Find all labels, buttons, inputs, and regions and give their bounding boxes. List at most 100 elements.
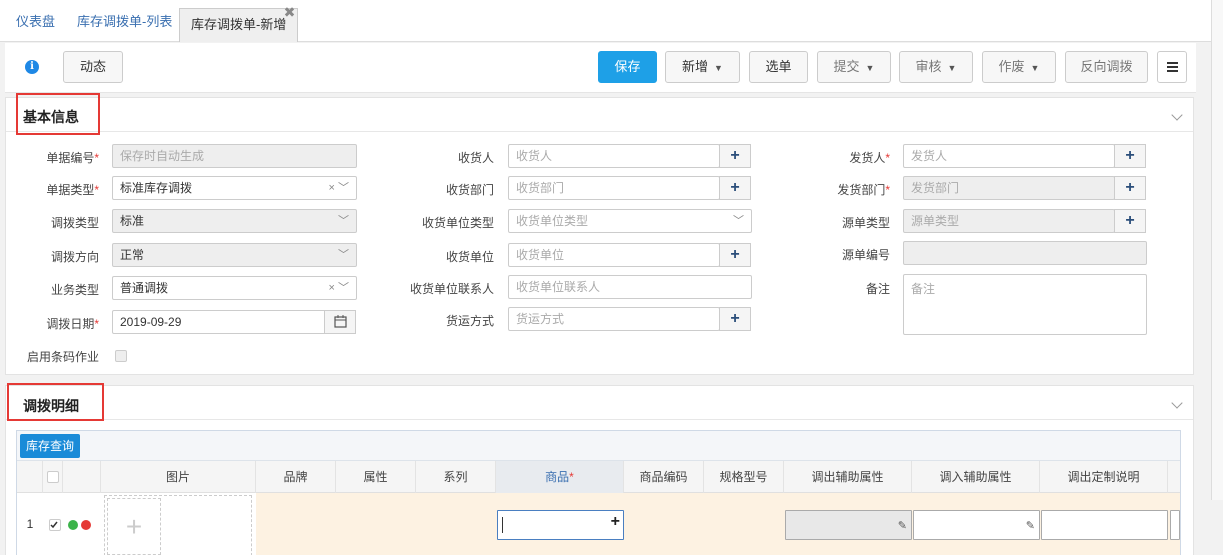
column-header-attribute[interactable]: 属性 xyxy=(336,461,416,493)
plus-icon: + xyxy=(1125,212,1135,229)
row-number-header xyxy=(17,461,43,493)
void-button-label: 作废 xyxy=(998,59,1025,74)
remove-row-icon[interactable] xyxy=(81,520,91,530)
add-receiver-button[interactable]: + xyxy=(719,144,751,168)
recv-unit-type-label: 收货单位类型 xyxy=(421,216,494,230)
tab-transfer-new[interactable]: 库存调拨单-新增 ✖ xyxy=(179,4,299,42)
tab-transfer-list[interactable]: 库存调拨单-列表 xyxy=(77,0,172,42)
column-header-spec[interactable]: 规格型号 xyxy=(704,461,784,493)
calendar-icon[interactable] xyxy=(324,310,356,334)
grid-toolbar: 库存查询 xyxy=(17,431,1180,461)
reverse-transfer-button[interactable]: 反向调拨 xyxy=(1065,51,1148,83)
edit-icon[interactable]: ✎ xyxy=(898,519,907,532)
chevron-down-icon[interactable] xyxy=(1171,109,1183,121)
direction-value: 正常 xyxy=(120,248,145,262)
recv-contact-input[interactable]: 收货单位联系人 xyxy=(508,275,752,299)
detail-header[interactable]: 调拨明细 xyxy=(6,383,1193,421)
info-circle-icon[interactable]: i xyxy=(25,60,39,74)
add-recv-unit-button[interactable]: + xyxy=(719,243,751,267)
receiver-input[interactable]: 收货人 xyxy=(508,144,720,168)
column-header-product-code[interactable]: 商品编码 xyxy=(624,461,704,493)
in-aux-input[interactable]: ✎ xyxy=(913,510,1040,540)
detail-grid: 库存查询 图片 品牌 属性 系列 商品* 商品编码 规格型号 调出辅助属性 调入… xyxy=(16,430,1181,555)
add-ship-dept-button[interactable]: + xyxy=(1114,176,1146,200)
barcode-checkbox[interactable] xyxy=(115,350,127,362)
src-no-input[interactable] xyxy=(903,241,1147,265)
shipping-input[interactable]: 货运方式 xyxy=(508,307,720,331)
column-header-product[interactable]: 商品* xyxy=(496,461,624,493)
date-field[interactable]: 2019-09-29 xyxy=(112,310,326,334)
transfer-type-select[interactable]: 标准 ﹀ xyxy=(112,209,357,233)
plus-icon: + xyxy=(730,246,740,263)
row-controls xyxy=(43,493,101,555)
date-label-text: 调拨日期 xyxy=(46,317,95,331)
checkmark-icon xyxy=(50,521,58,529)
add-shipper-button[interactable]: + xyxy=(1114,144,1146,168)
out-custom-input[interactable] xyxy=(1041,510,1168,540)
receiver-label: 收货人 xyxy=(457,151,494,165)
product-input[interactable]: + xyxy=(497,510,624,540)
new-button[interactable]: 新增 ▼ xyxy=(665,51,740,83)
doc-no-field[interactable]: 保存时自动生成 xyxy=(112,144,357,168)
recv-unit-type-select[interactable]: 收货单位类型 ﹀ xyxy=(508,209,752,233)
add-row-icon[interactable] xyxy=(68,520,78,530)
close-icon[interactable]: ✖ xyxy=(284,0,296,28)
grid-header: 图片 品牌 属性 系列 商品* 商品编码 规格型号 调出辅助属性 调入辅助属性 … xyxy=(17,461,1180,493)
plus-icon[interactable]: + xyxy=(611,513,620,531)
basic-info-panel: 基本信息 单据编号* 保存时自动生成 单据类型* 标准库存调拨 × ﹀ 调拨类型 … xyxy=(5,93,1194,375)
column-header-in-aux[interactable]: 调入辅助属性 xyxy=(912,461,1040,493)
recv-unit-input[interactable]: 收货单位 xyxy=(508,243,720,267)
remark-textarea[interactable]: 备注 xyxy=(903,274,1147,335)
clear-mark: × xyxy=(328,182,335,194)
column-header-series[interactable]: 系列 xyxy=(416,461,496,493)
add-recv-dept-button[interactable]: + xyxy=(719,176,751,200)
scrollbar[interactable] xyxy=(1211,0,1223,500)
doc-type-select[interactable]: 标准库存调拨 × ﹀ xyxy=(112,176,357,200)
submit-button[interactable]: 提交 ▼ xyxy=(817,51,891,83)
stock-query-button[interactable]: 库存查询 xyxy=(20,434,81,458)
hamburger-icon[interactable] xyxy=(1157,51,1187,83)
edit-icon[interactable]: ✎ xyxy=(1026,519,1035,532)
audit-button[interactable]: 审核 ▼ xyxy=(899,51,973,83)
dynamic-button[interactable]: 动态 xyxy=(63,51,123,83)
column-header-image[interactable]: 图片 xyxy=(101,461,256,493)
tab-dashboard[interactable]: 仪表盘 xyxy=(16,0,55,42)
shipper-input[interactable]: 发货人 xyxy=(903,144,1115,168)
clear-chevron-icon[interactable]: × ﹀ xyxy=(329,177,350,199)
required-mark: * xyxy=(885,151,890,165)
image-drop-area[interactable]: + xyxy=(104,495,252,555)
upload-plus-icon[interactable]: + xyxy=(107,498,161,555)
src-type-input[interactable]: 源单类型 xyxy=(903,209,1115,233)
tab-transfer-new-label: 库存调拨单-新增 xyxy=(191,17,287,32)
chevron-down-icon: ﹀ xyxy=(338,215,349,227)
ship-dept-input[interactable]: 发货部门 xyxy=(903,176,1115,200)
recv-unit-type-placeholder: 收货单位类型 xyxy=(516,214,589,228)
basic-info-header[interactable]: 基本信息 xyxy=(6,93,1193,135)
doc-type-label-text: 单据类型 xyxy=(46,183,95,197)
chevron-down-icon: ﹀ xyxy=(733,215,744,227)
select-button[interactable]: 选单 xyxy=(749,51,808,83)
image-cell: + xyxy=(101,493,256,555)
save-button[interactable]: 保存 xyxy=(598,51,657,83)
add-shipping-button[interactable]: + xyxy=(719,307,751,331)
column-header-out-custom[interactable]: 调出定制说明 xyxy=(1040,461,1168,493)
recv-dept-input[interactable]: 收货部门 xyxy=(508,176,720,200)
doc-type-value: 标准库存调拨 xyxy=(120,181,193,195)
audit-button-label: 审核 xyxy=(915,59,942,74)
submit-button-label: 提交 xyxy=(833,59,860,74)
required-mark: * xyxy=(94,317,99,331)
ship-dept-label: 发货部门* xyxy=(790,181,890,198)
select-all-checkbox[interactable] xyxy=(47,471,59,483)
chevron-down-icon[interactable] xyxy=(1171,397,1183,409)
void-button[interactable]: 作废 ▼ xyxy=(982,51,1056,83)
clear-chevron-icon[interactable]: × ﹀ xyxy=(329,277,350,299)
biz-type-select[interactable]: 普通调拨 × ﹀ xyxy=(112,276,357,300)
doc-no-label: 单据编号* xyxy=(0,149,99,166)
column-header-out-aux[interactable]: 调出辅助属性 xyxy=(784,461,912,493)
direction-select[interactable]: 正常 ﹀ xyxy=(112,243,357,267)
next-cell-input[interactable] xyxy=(1170,510,1180,540)
add-src-type-button[interactable]: + xyxy=(1114,209,1146,233)
src-type-label: 源单类型 xyxy=(841,216,890,230)
column-header-brand[interactable]: 品牌 xyxy=(256,461,336,493)
out-aux-input[interactable]: ✎ xyxy=(785,510,912,540)
